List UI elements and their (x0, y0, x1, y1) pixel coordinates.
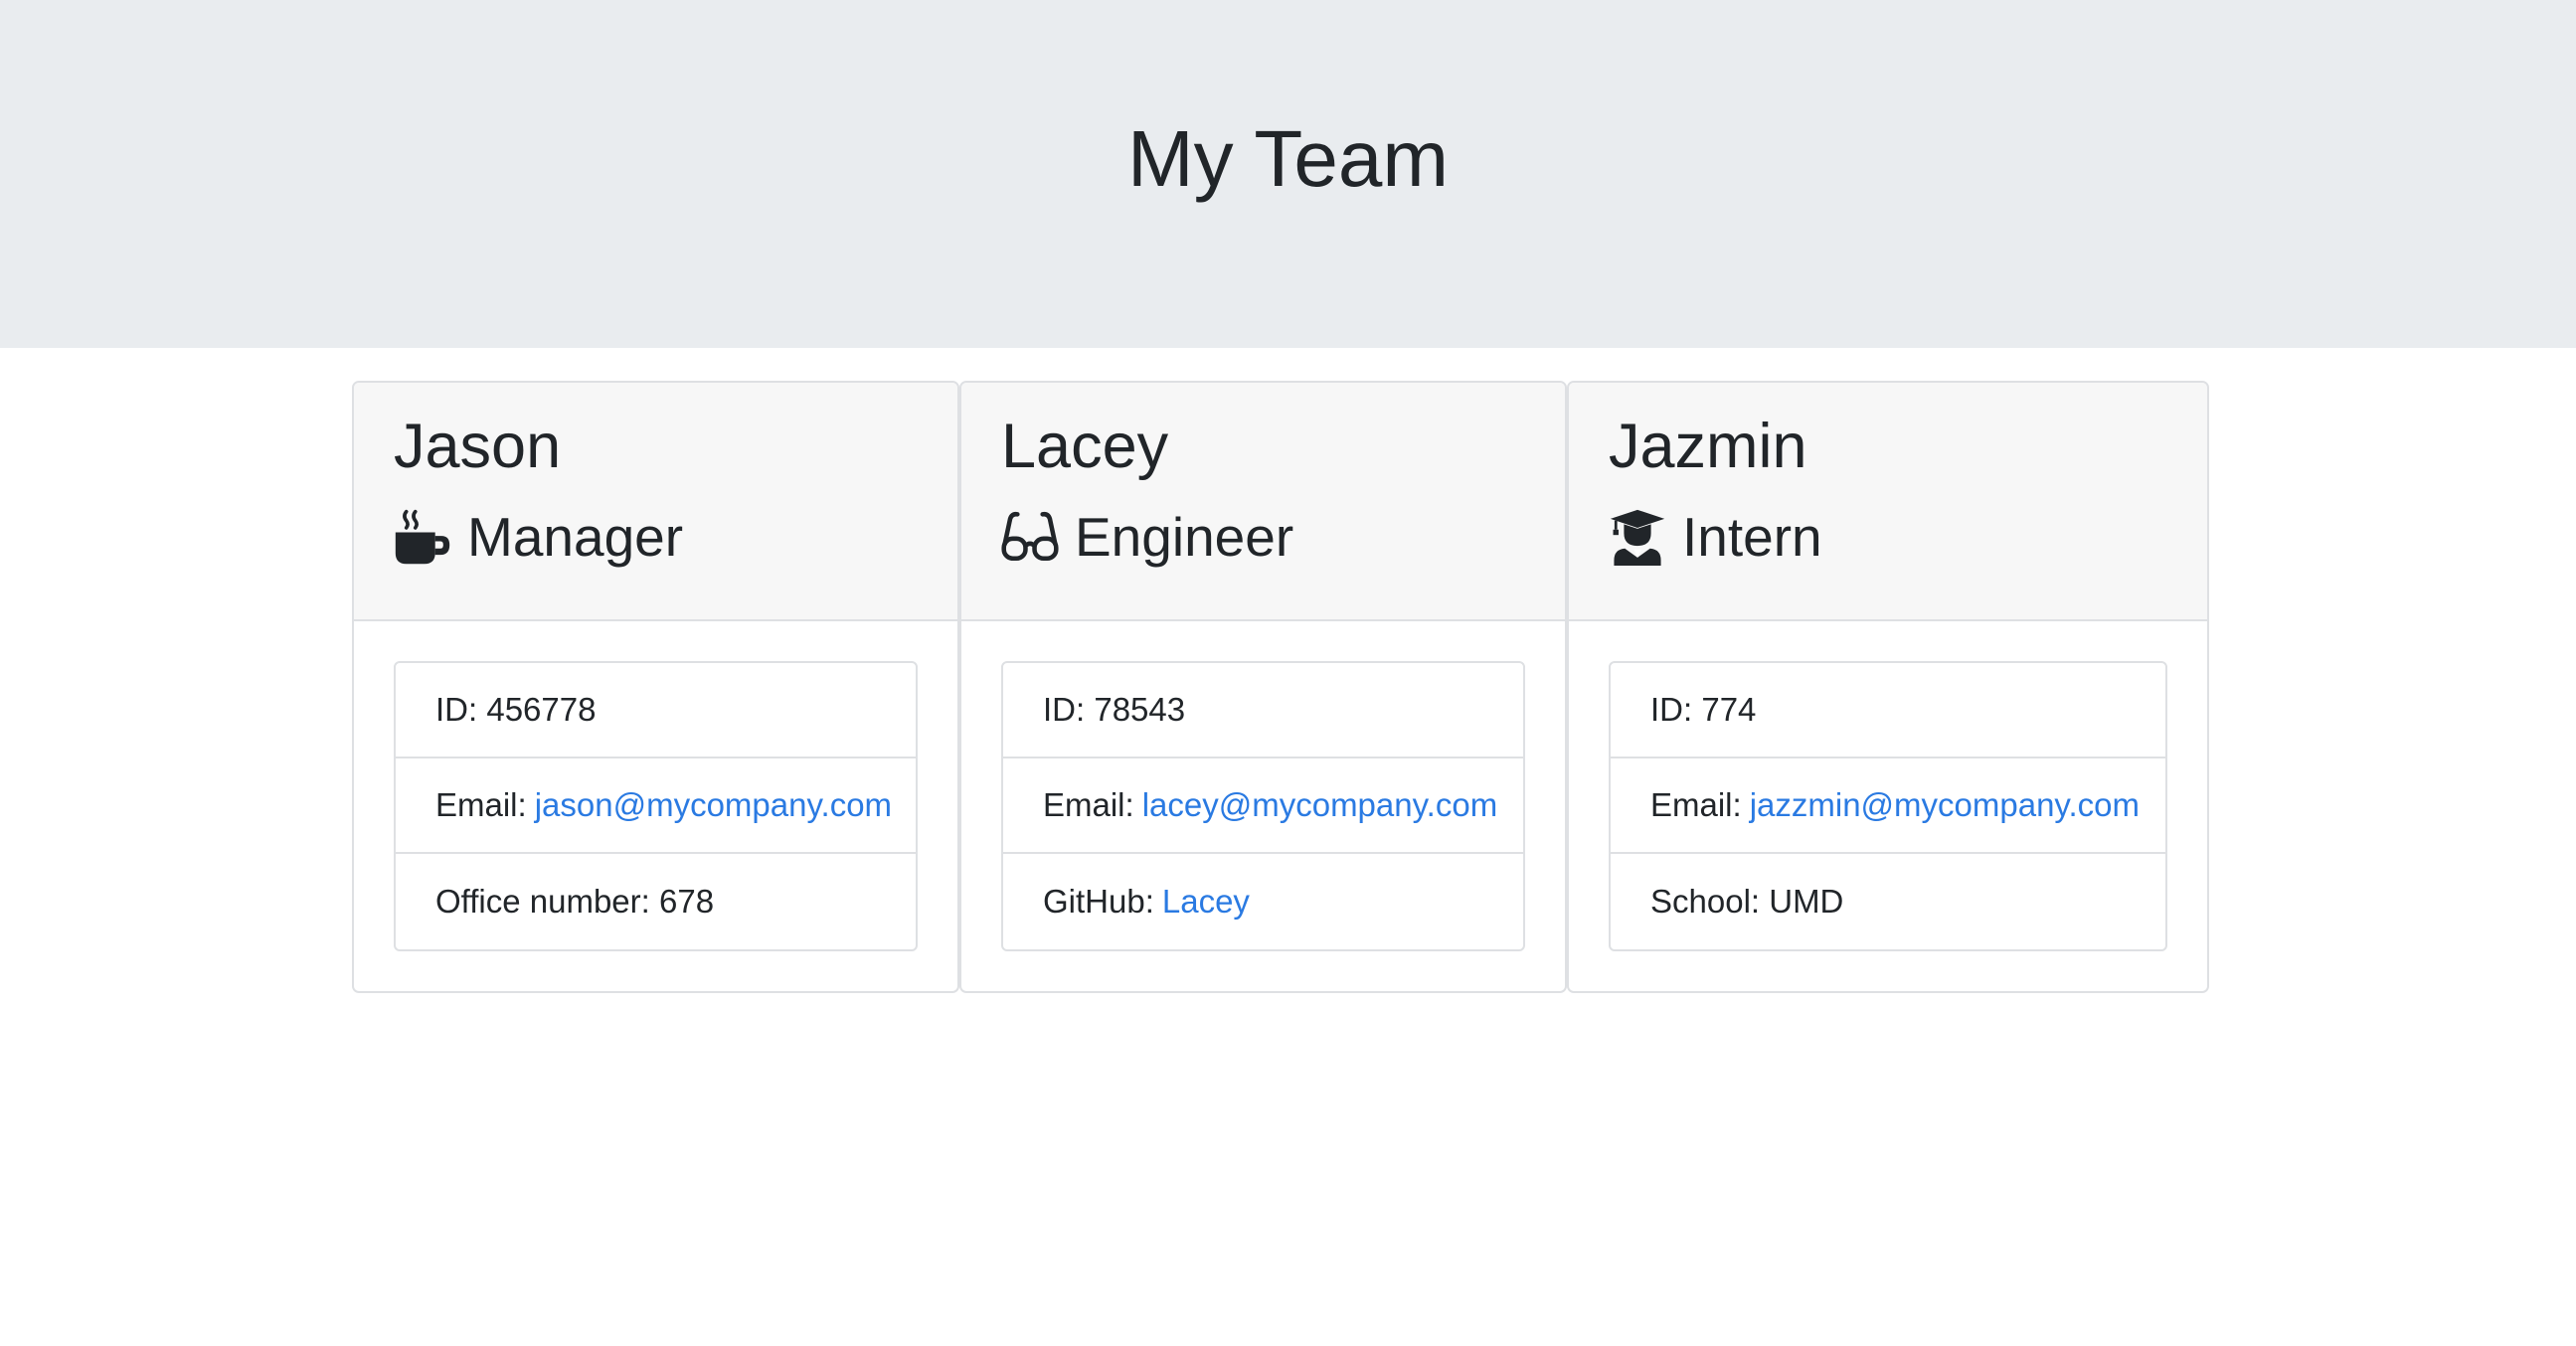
office-number-text: Office number: 678 (435, 883, 715, 920)
email-label: Email: (1650, 786, 1742, 823)
employee-role: Intern (1609, 504, 2167, 570)
email-item: Email: jason@mycompany.com (396, 758, 916, 854)
page-title: My Team (1126, 114, 1450, 203)
email-link[interactable]: lacey@mycompany.com (1142, 786, 1498, 824)
details-list: ID: 456778 Email: jason@mycompany.com Of… (394, 661, 918, 951)
employee-name: Jason (394, 412, 562, 481)
email-item: Email: lacey@mycompany.com (1003, 758, 1523, 854)
employee-name: Lacey (1001, 412, 1169, 481)
email-link[interactable]: jazzmin@mycompany.com (1750, 786, 2140, 824)
employee-card-manager: Jason Manager ID: 456778 Email: jason@my… (352, 381, 959, 993)
id-text: ID: 78543 (1043, 691, 1186, 728)
id-item: ID: 78543 (1003, 663, 1523, 758)
role-label: Manager (467, 506, 684, 568)
coffee-mug-icon (394, 508, 451, 566)
details-list: ID: 78543 Email: lacey@mycompany.com Git… (1001, 661, 1525, 951)
email-label: Email: (435, 786, 527, 823)
email-item: Email: jazzmin@mycompany.com (1611, 758, 2165, 854)
role-label: Intern (1682, 506, 1822, 568)
card-body: ID: 78543 Email: lacey@mycompany.com Git… (961, 621, 1565, 951)
id-item: ID: 456778 (396, 663, 916, 758)
email-label: Email: (1043, 786, 1134, 823)
card-header: Jazmin Intern (1569, 383, 2207, 621)
id-text: ID: 456778 (435, 691, 597, 728)
card-header: Lacey Engineer (961, 383, 1565, 621)
card-body: ID: 456778 Email: jason@mycompany.com Of… (354, 621, 957, 951)
details-list: ID: 774 Email: jazzmin@mycompany.com Sch… (1609, 661, 2167, 951)
graduate-icon (1609, 508, 1666, 566)
email-link[interactable]: jason@mycompany.com (535, 786, 892, 824)
jumbotron-header: My Team (0, 0, 2576, 348)
id-text: ID: 774 (1650, 691, 1757, 728)
github-label: GitHub: (1043, 883, 1154, 920)
team-cards: Jason Manager ID: 456778 Email: jason@my… (352, 381, 2209, 993)
glasses-icon (1001, 508, 1059, 566)
employee-role: Manager (394, 504, 918, 570)
school-item: School: UMD (1611, 854, 2165, 949)
employee-card-engineer: Lacey Engineer ID: 78543 Email: lacey@my… (959, 381, 1567, 993)
employee-card-intern: Jazmin Intern ID: 774 Email: jazzmin@myc… (1567, 381, 2209, 993)
id-item: ID: 774 (1611, 663, 2165, 758)
card-header: Jason Manager (354, 383, 957, 621)
role-label: Engineer (1075, 506, 1294, 568)
office-number-item: Office number: 678 (396, 854, 916, 949)
github-item: GitHub: Lacey (1003, 854, 1523, 949)
school-text: School: UMD (1650, 883, 1844, 920)
employee-name: Jazmin (1609, 412, 1807, 481)
github-link[interactable]: Lacey (1162, 883, 1250, 921)
employee-role: Engineer (1001, 504, 1525, 570)
card-body: ID: 774 Email: jazzmin@mycompany.com Sch… (1569, 621, 2207, 951)
